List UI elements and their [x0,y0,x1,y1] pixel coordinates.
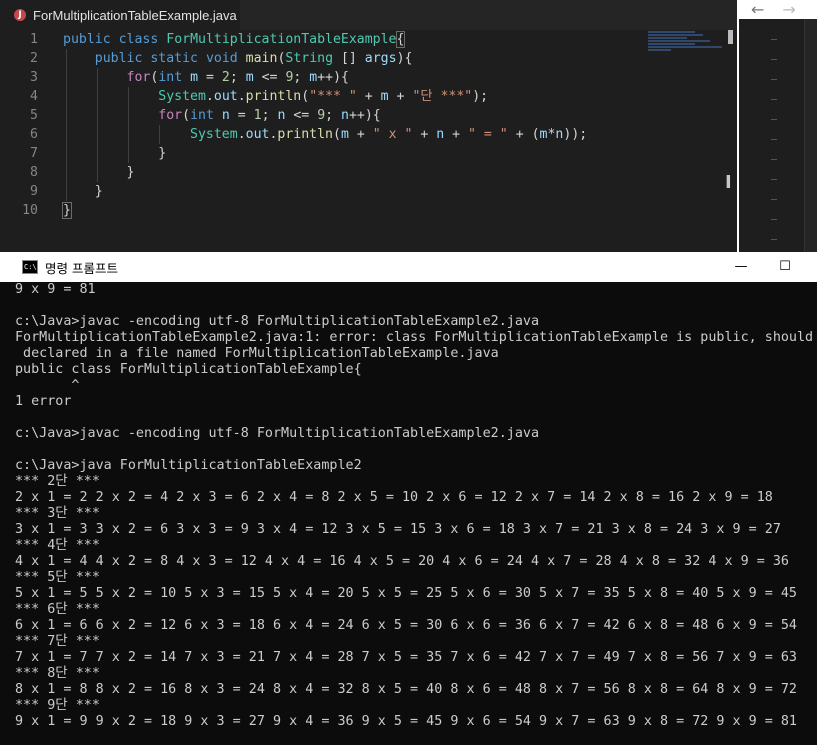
maximize-button[interactable]: ☐ [762,252,808,282]
console-line: 7 x 1 = 7 7 x 2 = 14 7 x 3 = 21 7 x 4 = … [15,650,797,665]
editor-tab-bar: J ForMultiplicationTableExample.java [0,0,737,30]
code-line[interactable]: 1 public class ForMultiplicationTableExam… [0,30,737,49]
editor-tab-label: ForMultiplicationTableExample.java [33,7,237,23]
console-line: *** 5단 *** [15,570,100,585]
line-number: 10 [22,203,38,218]
console-line: 1 error [15,394,72,409]
console-line: public class ForMultiplicationTableExamp… [15,362,362,377]
code-line[interactable]: 2 public static void main(String [] args… [0,49,737,68]
editor-scrollbar-thumb[interactable] [728,30,733,44]
line-number: 6 [30,127,38,142]
code-text: for(int n = 1; n <= 9; n++){ [158,108,381,123]
console-output[interactable]: 9 x 9 = 81 c:\Java>javac -encoding utf-8 … [0,282,817,745]
console-titlebar[interactable]: C:\ 명령 프롬프트 — ☐ [0,252,817,282]
console-line: *** 9단 *** [15,698,100,713]
code-text: for(int m = 2; m <= 9; m++){ [126,70,349,85]
minimize-button[interactable]: — [718,252,764,282]
java-error-icon: J [14,9,26,21]
back-arrow-icon[interactable]: ← [751,0,764,19]
code-text: } [63,184,103,199]
line-number: 9 [30,184,38,199]
code-text: System.out.println("*** " + m + "단 ***")… [158,89,489,104]
line-number: 4 [30,89,38,104]
console-line: c:\Java>java ForMultiplicationTableExamp… [15,458,362,473]
text-cursor-icon: I [725,172,732,193]
console-line: *** 8단 *** [15,666,100,681]
console-line: 2 x 1 = 2 2 x 2 = 4 2 x 3 = 6 2 x 4 = 8 … [15,490,773,505]
browser-nav: ← → [737,0,817,19]
code-line[interactable]: 7 } [0,144,737,163]
code-text: } [63,165,135,180]
console-line: ^ [15,378,80,393]
console-line: 3 x 1 = 3 3 x 2 = 6 3 x 3 = 9 3 x 4 = 12… [15,522,781,537]
minimap[interactable] [648,30,726,60]
line-number: 8 [30,165,38,180]
code-text: public class ForMultiplicationTableExamp… [63,31,406,48]
console-line: ForMultiplicationTableExample2.java:1: e… [15,330,817,345]
command-prompt-window[interactable]: C:\ 명령 프롬프트 — ☐ 9 x 9 = 81 c:\Java>javac … [0,252,817,745]
code-line[interactable]: 3 for(int m = 2; m <= 9; m++){ [0,68,737,87]
line-number: 3 [30,70,38,85]
line-number: 5 [30,108,38,123]
browser-strip: ← → [737,0,817,252]
console-line: 9 x 1 = 9 9 x 2 = 18 9 x 3 = 27 9 x 4 = … [15,714,797,729]
code-text: System.out.println(m + " x " + n + " = "… [190,127,588,142]
code-text: public static void main(String [] args){ [94,51,413,66]
console-line: *** 7단 *** [15,634,100,649]
console-line: 5 x 1 = 5 5 x 2 = 10 5 x 3 = 15 5 x 4 = … [15,586,797,601]
code-text: } [62,202,72,219]
console-line: *** 3단 *** [15,506,100,521]
console-line: *** 2단 *** [15,474,100,489]
cmd-icon: C:\ [22,260,38,274]
editor-tab[interactable]: J ForMultiplicationTableExample.java [0,0,240,30]
console-line: 8 x 1 = 8 8 x 2 = 16 8 x 3 = 24 8 x 4 = … [15,682,797,697]
console-line: 9 x 9 = 81 [15,282,96,297]
code-text: } [63,146,167,161]
console-line: c:\Java>javac -encoding utf-8 ForMultipl… [15,426,540,441]
side-scrollbar[interactable] [804,19,817,252]
console-line: *** 4단 *** [15,538,100,553]
side-editor-pane [739,19,817,252]
window-title: 명령 프롬프트 [45,261,118,276]
code-line[interactable]: 8 } [0,163,737,182]
line-number: 7 [30,146,38,161]
code-line[interactable]: 9 } [0,182,737,201]
console-line: 6 x 1 = 6 6 x 2 = 12 6 x 3 = 18 6 x 4 = … [15,618,797,633]
code-line[interactable]: 5 for(int n = 1; n <= 9; n++){ [0,106,737,125]
console-line: c:\Java>javac -encoding utf-8 ForMultipl… [15,314,540,329]
code-line[interactable]: 4 System.out.println("*** " + m + "단 ***… [0,87,737,106]
forward-arrow-icon[interactable]: → [782,0,795,19]
code-area[interactable]: 1 public class ForMultiplicationTableExam… [0,30,737,220]
code-line[interactable]: 10} [0,201,737,220]
code-line[interactable]: 6 System.out.println(m + " x " + n + " =… [0,125,737,144]
code-editor[interactable]: J ForMultiplicationTableExample.java 1 pu… [0,0,737,252]
line-number: 2 [30,51,38,66]
console-line: 4 x 1 = 4 4 x 2 = 8 4 x 3 = 12 4 x 4 = 1… [15,554,789,569]
line-number: 1 [30,32,38,47]
console-line: declared in a file named ForMultiplicati… [15,346,499,361]
console-line: *** 6단 *** [15,602,100,617]
